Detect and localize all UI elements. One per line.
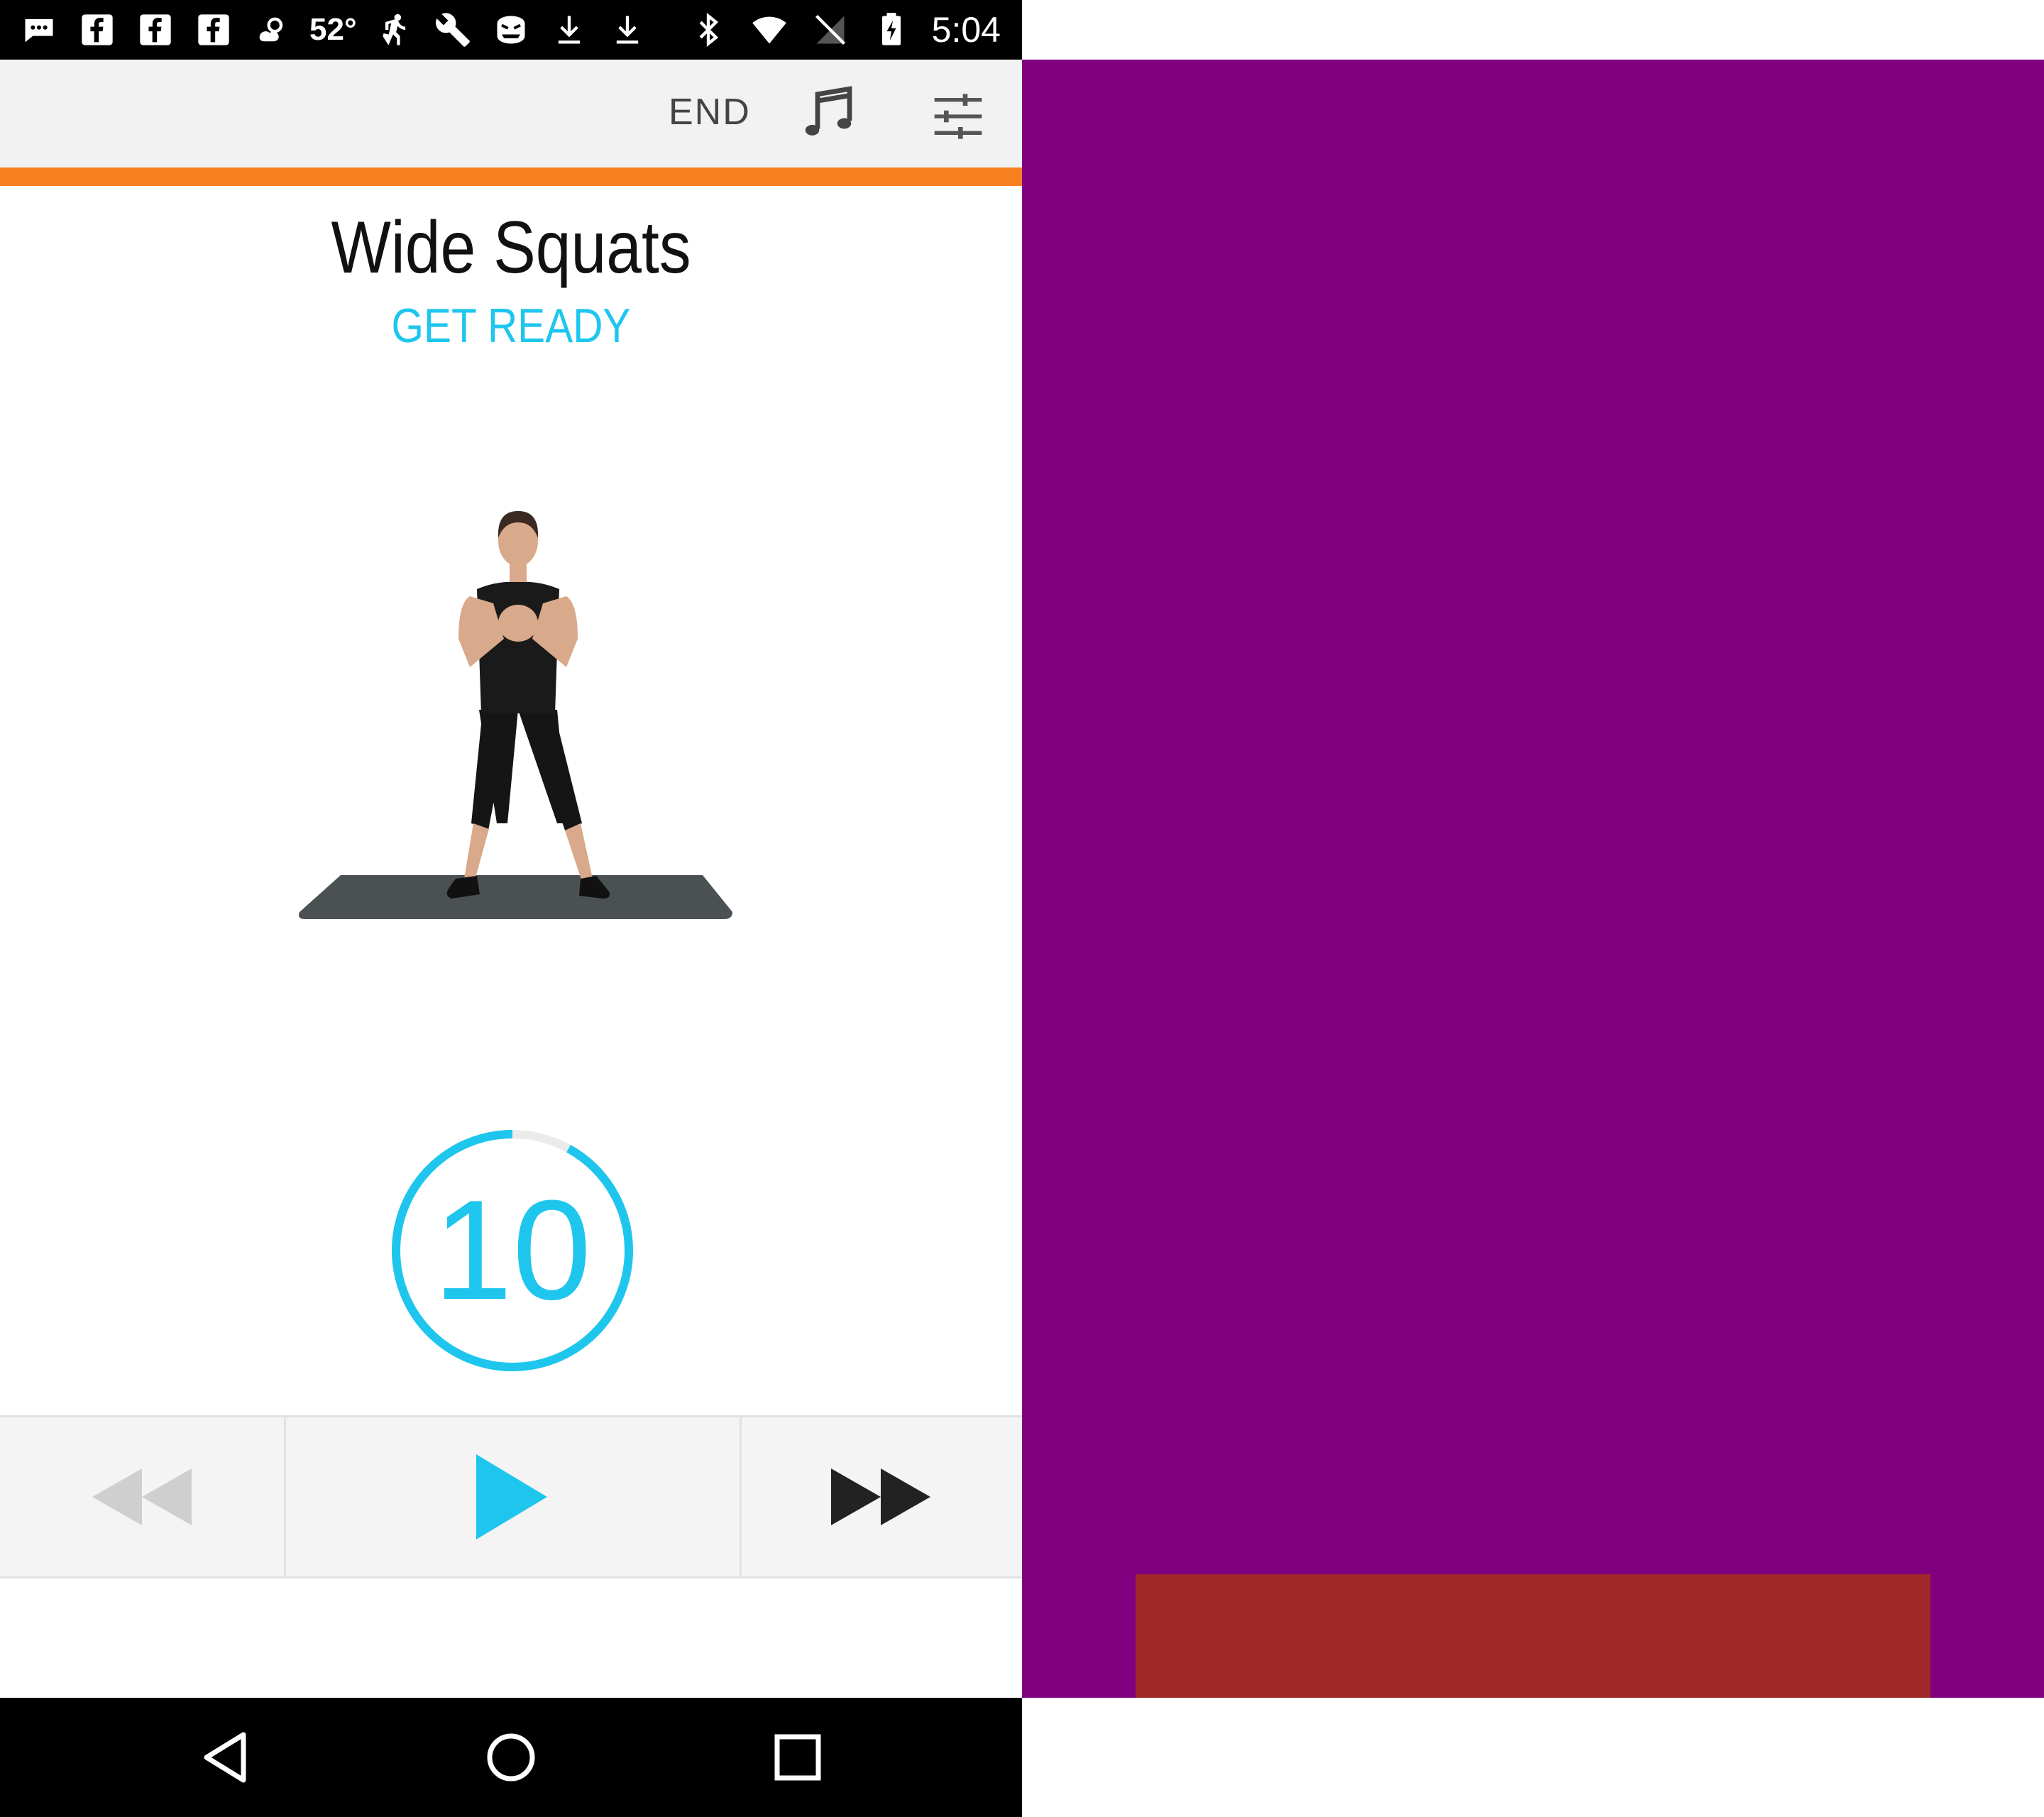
running-icon <box>374 9 415 50</box>
wifi-icon <box>749 9 790 50</box>
facebook-icon <box>77 9 118 50</box>
message-icon <box>18 9 60 50</box>
battery-charging-icon <box>871 9 912 50</box>
home-button[interactable] <box>476 1722 546 1793</box>
play-button[interactable] <box>284 1417 742 1576</box>
workout-toolbar: END <box>0 60 1022 168</box>
settings-button[interactable] <box>930 88 987 145</box>
facebook-icon <box>135 9 176 50</box>
exercise-status: GET READY <box>391 299 631 353</box>
music-button[interactable] <box>796 81 860 145</box>
temperature-label: 52° <box>309 12 357 47</box>
facebook-icon <box>193 9 234 50</box>
exercise-title: Wide Squats <box>331 207 691 289</box>
recents-icon <box>774 1734 821 1781</box>
home-icon <box>487 1733 535 1782</box>
previous-exercise-button[interactable] <box>0 1417 286 1576</box>
download-icon <box>549 9 590 50</box>
download-icon <box>607 9 648 50</box>
music-note-icon <box>805 86 852 136</box>
exercise-illustration <box>299 511 732 919</box>
play-icon <box>476 1454 547 1539</box>
fast-forward-icon <box>831 1469 930 1525</box>
monster-icon <box>490 9 532 50</box>
status-bar-system: 5:04 <box>688 0 1001 60</box>
weather-icon <box>251 9 292 50</box>
back-icon <box>204 1732 246 1783</box>
red-block <box>1136 1574 1930 1698</box>
navigation-bar <box>0 1698 1022 1817</box>
next-exercise-button[interactable] <box>740 1417 1022 1576</box>
wrench-icon <box>432 9 473 50</box>
phone-screen: 52° 5:04 END Wide Squats GET READY 10 <box>0 0 1022 1817</box>
countdown-number: 10 <box>433 1171 592 1329</box>
bluetooth-icon <box>688 9 729 50</box>
rewind-icon <box>92 1469 192 1525</box>
countdown-timer: 10 <box>390 1129 634 1373</box>
clock: 5:04 <box>931 10 1001 50</box>
recents-button[interactable] <box>762 1722 833 1793</box>
workout-progress-bar <box>0 168 1022 186</box>
end-workout-button[interactable]: END <box>669 91 751 133</box>
sliders-icon <box>934 94 982 139</box>
playback-controls <box>0 1415 1022 1579</box>
status-bar: 52° 5:04 <box>0 0 1022 60</box>
back-button[interactable] <box>189 1722 260 1793</box>
status-bar-notifications: 52° <box>18 0 648 60</box>
side-panel <box>1022 60 2044 1698</box>
no-signal-icon <box>810 9 851 50</box>
